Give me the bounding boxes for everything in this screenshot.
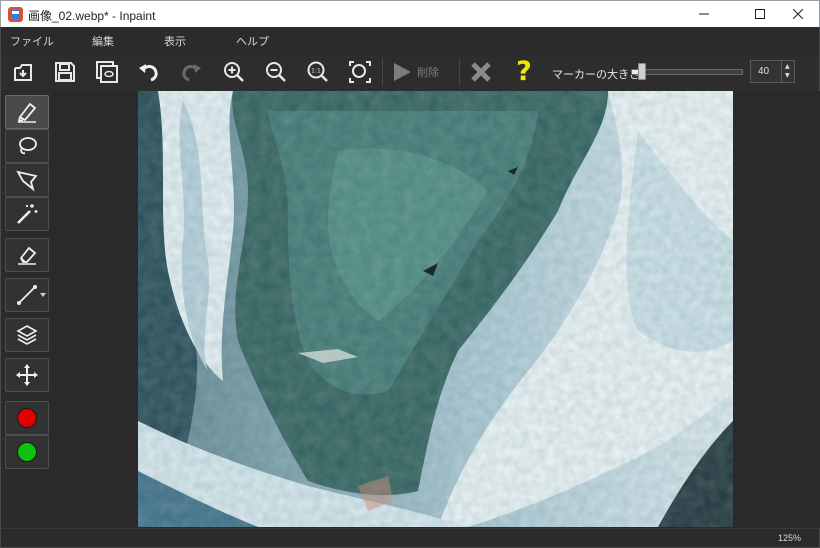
zoom-level: 125%	[777, 533, 801, 543]
help-icon[interactable]: ?	[512, 57, 536, 87]
menu-view[interactable]: 表示	[164, 33, 186, 49]
window-title: 画像_02.webp* - Inpaint	[28, 9, 156, 23]
toolbar-separator	[459, 58, 460, 86]
menu-edit[interactable]: 編集	[92, 33, 114, 49]
open-button[interactable]	[9, 58, 37, 86]
marker-size-spinbox[interactable]: 40 ▲ ▼	[750, 60, 795, 83]
minimize-button[interactable]	[681, 1, 727, 27]
magic-wand-tool-button[interactable]	[5, 197, 49, 231]
slider-thumb[interactable]	[637, 63, 646, 80]
actual-size-button[interactable]: 1:1	[304, 58, 332, 86]
delete-button[interactable]: 削除	[391, 58, 439, 86]
cancel-button[interactable]	[467, 58, 495, 86]
menu-help[interactable]: ヘルプ	[236, 33, 269, 49]
play-icon	[394, 63, 411, 81]
layers-icon	[16, 325, 38, 345]
primary-color-swatch	[17, 408, 37, 428]
menu-bar: ファイル 編集 表示 ヘルプ	[0, 27, 820, 53]
open-icon	[14, 64, 32, 81]
magic-wand-icon	[17, 204, 38, 224]
tool-panel	[0, 91, 52, 528]
lasso-icon	[19, 137, 37, 155]
chevron-down-icon[interactable]	[40, 293, 46, 297]
maximize-icon	[755, 9, 765, 19]
undo-icon	[139, 64, 158, 82]
redo-icon	[182, 64, 201, 82]
eraser-icon	[18, 246, 37, 265]
svg-text:1:1: 1:1	[311, 68, 321, 75]
move-tool-button[interactable]	[5, 358, 49, 392]
toolbar-separator	[382, 58, 383, 86]
minimize-icon	[699, 13, 709, 15]
marker-size-value: 40	[758, 66, 770, 77]
image-canvas[interactable]	[138, 91, 733, 527]
guide-line-tool-button[interactable]	[5, 278, 49, 312]
title-bar: 画像_02.webp* - Inpaint	[0, 0, 820, 27]
polygonal-lasso-tool-button[interactable]	[5, 163, 49, 197]
delete-label: 削除	[417, 66, 439, 79]
polygonal-lasso-icon	[16, 170, 38, 192]
spin-arrows: ▲ ▼	[781, 61, 794, 82]
secondary-color-swatch	[17, 442, 37, 462]
secondary-color-button[interactable]	[5, 435, 49, 469]
primary-color-button[interactable]	[5, 401, 49, 435]
app-logo-icon	[8, 7, 23, 22]
close-icon	[793, 9, 803, 19]
zoom-out-icon	[266, 62, 286, 82]
marker-tool-button[interactable]	[5, 95, 49, 129]
fit-to-window-icon	[349, 61, 371, 83]
move-icon	[16, 364, 38, 386]
marker-size-slider[interactable]	[631, 69, 743, 75]
ocean-wave-image	[138, 91, 733, 527]
zoom-in-icon	[224, 62, 244, 82]
redo-button[interactable]	[177, 58, 205, 86]
save-button[interactable]	[51, 58, 79, 86]
guide-line-icon	[17, 285, 37, 305]
save-as-icon	[96, 61, 118, 83]
marker-icon	[17, 102, 37, 123]
fit-to-window-button[interactable]	[346, 58, 374, 86]
canvas-area[interactable]	[52, 91, 819, 528]
spin-down-icon[interactable]: ▼	[785, 73, 792, 79]
layers-tool-button[interactable]	[5, 318, 49, 352]
save-as-button[interactable]	[93, 58, 121, 86]
undo-button[interactable]	[135, 58, 163, 86]
close-button[interactable]	[775, 1, 820, 27]
eraser-tool-button[interactable]	[5, 238, 49, 272]
zoom-out-button[interactable]	[262, 58, 290, 86]
marker-size-label: マーカーの大きさ	[552, 68, 640, 81]
menu-file[interactable]: ファイル	[10, 33, 54, 49]
zoom-in-button[interactable]	[220, 58, 248, 86]
spin-up-icon[interactable]: ▲	[785, 64, 792, 70]
status-bar: 125%	[0, 528, 820, 548]
lasso-tool-button[interactable]	[5, 129, 49, 163]
save-icon	[55, 62, 75, 82]
cancel-icon	[471, 62, 491, 82]
actual-size-icon: 1:1	[307, 61, 328, 82]
